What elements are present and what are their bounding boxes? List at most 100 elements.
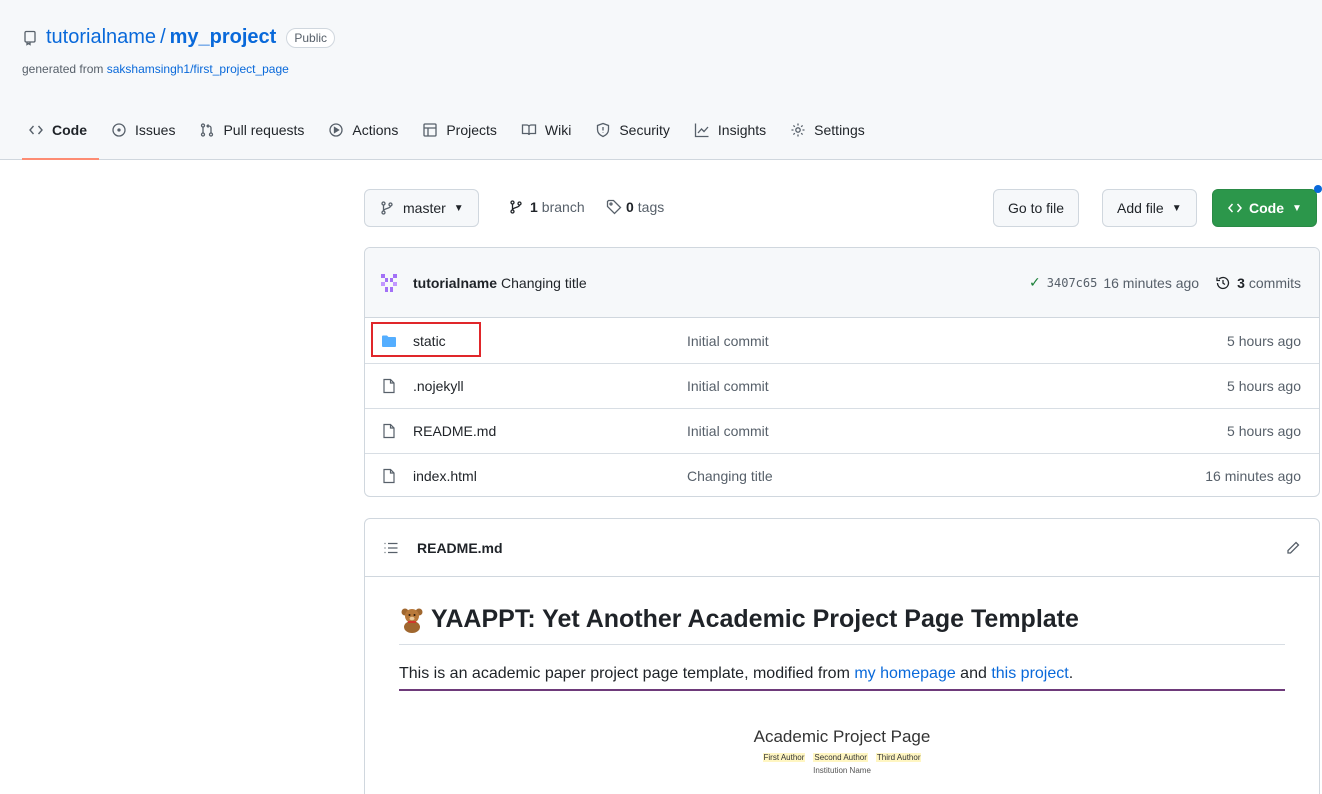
pencil-icon[interactable] <box>1285 540 1301 556</box>
tags-link[interactable]: 0 tags <box>606 199 664 215</box>
tab-security[interactable]: Security <box>583 112 682 148</box>
tab-label: Issues <box>135 122 176 138</box>
file-row-index[interactable]: index.html Changing title 16 minutes ago <box>365 453 1319 496</box>
file-commit-message[interactable]: Initial commit <box>687 378 769 394</box>
file-row-static[interactable]: static Initial commit 5 hours ago <box>365 318 1319 363</box>
file-name[interactable]: index.html <box>413 468 687 484</box>
branch-name: master <box>403 200 446 216</box>
file-age: 16 minutes ago <box>1205 468 1301 484</box>
teddy-bear-icon <box>399 607 425 633</box>
preview-title: Academic Project Page <box>753 727 931 746</box>
tab-actions[interactable]: Actions <box>316 112 410 148</box>
tab-projects[interactable]: Projects <box>410 112 509 148</box>
chevron-down-icon: ▼ <box>1171 202 1182 214</box>
preview-institution: Institution Name <box>813 766 871 775</box>
commit-label: commits <box>1248 274 1301 291</box>
shield-icon <box>595 122 611 138</box>
readme-heading-text: YAAPPT: Yet Another Academic Project Pag… <box>431 605 1079 633</box>
tab-code[interactable]: Code <box>22 112 99 160</box>
file-commit-message[interactable]: Changing title <box>687 468 773 484</box>
file-icon <box>381 378 397 394</box>
file-row-readme[interactable]: README.md Initial commit 5 hours ago <box>365 408 1319 453</box>
tag-count: 0 <box>626 199 634 215</box>
table-icon <box>422 122 438 138</box>
tab-insights[interactable]: Insights <box>682 112 778 148</box>
repo-header: tutorialname / my_project Public generat… <box>0 0 1322 160</box>
tab-wiki[interactable]: Wiki <box>509 112 583 148</box>
go-to-file-button[interactable]: Go to file <box>993 189 1080 227</box>
visibility-badge: Public <box>286 27 336 48</box>
file-age: 5 hours ago <box>1227 378 1301 394</box>
code-icon <box>1227 200 1243 216</box>
tag-icon <box>606 199 622 215</box>
tab-label: Wiki <box>544 122 572 138</box>
tab-settings[interactable]: Settings <box>778 112 877 148</box>
graph-icon <box>694 122 710 138</box>
chevron-down-icon: ▼ <box>1292 202 1302 214</box>
git-branch-icon <box>508 199 524 215</box>
highlight-annotation <box>371 322 481 357</box>
file-age: 5 hours ago <box>1227 423 1301 439</box>
commit-meta: ✓ 3407c65 16 minutes ago 3 commits <box>1029 274 1301 291</box>
git-branch-icon <box>379 200 395 216</box>
code-button-label: Code <box>1249 200 1284 216</box>
homepage-link[interactable]: my homepage <box>854 665 955 682</box>
tab-label: Insights <box>717 122 767 138</box>
commit-sha[interactable]: 3407c65 <box>1047 276 1098 290</box>
and-text: and <box>955 665 992 682</box>
tab-pull-requests[interactable]: Pull requests <box>187 112 316 148</box>
tag-label: tags <box>637 199 665 215</box>
repo-title: tutorialname / my_project Public <box>22 26 336 49</box>
file-commit-message[interactable]: Initial commit <box>687 333 769 349</box>
avatar[interactable] <box>379 273 399 293</box>
preview-author: Third Author <box>875 753 922 762</box>
tab-issues[interactable]: Issues <box>99 112 187 148</box>
end-text: . <box>1068 665 1074 682</box>
branch-label: branch <box>541 199 585 215</box>
readme-heading: YAAPPT: Yet Another Academic Project Pag… <box>399 605 1285 645</box>
file-name[interactable]: .nojekyll <box>413 378 687 394</box>
generated-prefix: generated from <box>22 62 107 76</box>
commit-author[interactable]: tutorialname <box>413 275 497 291</box>
repo-separator: / <box>160 26 166 48</box>
readme-header: README.md <box>365 519 1319 577</box>
readme-intro: This is an academic paper project page t… <box>399 665 1285 691</box>
branch-select-button[interactable]: master ▼ <box>364 189 479 227</box>
commits-history-link[interactable]: 3 commits <box>1215 275 1301 291</box>
file-browser: tutorialname Changing title ✓ 3407c65 16… <box>364 247 1320 497</box>
book-icon <box>521 122 537 138</box>
tab-label: Projects <box>446 122 497 138</box>
commit-message[interactable]: Changing title <box>501 275 587 291</box>
intro-text: This is an academic paper project page t… <box>399 665 855 682</box>
notification-dot <box>1314 185 1322 193</box>
branch-count: 1 <box>530 199 538 215</box>
template-repo-link[interactable]: sakshamsingh1/first_project_page <box>107 62 289 76</box>
code-button[interactable]: Code ▼ <box>1212 189 1317 227</box>
readme-panel: README.md YAAPPT: Yet Another Academic P… <box>364 518 1320 794</box>
code-icon <box>28 122 44 138</box>
file-age: 5 hours ago <box>1227 332 1301 349</box>
branches-link[interactable]: 1 branch <box>508 199 585 215</box>
commit-count: 3 <box>1237 274 1245 291</box>
file-commit-message[interactable]: Initial commit <box>687 423 769 439</box>
repo-owner-link[interactable]: tutorialname <box>46 26 156 49</box>
add-file-button[interactable]: Add file ▼ <box>1102 189 1197 227</box>
latest-commit-bar: tutorialname Changing title ✓ 3407c65 16… <box>365 248 1319 318</box>
commit-age: 16 minutes ago <box>1103 274 1200 291</box>
file-name[interactable]: README.md <box>413 423 687 439</box>
file-icon <box>381 468 397 484</box>
readme-filename[interactable]: README.md <box>417 540 503 556</box>
list-icon[interactable] <box>383 540 399 556</box>
file-row-nojekyll[interactable]: .nojekyll Initial commit 5 hours ago <box>365 363 1319 408</box>
issue-icon <box>111 122 127 138</box>
repo-name-link[interactable]: my_project <box>170 26 277 49</box>
project-link[interactable]: this project <box>991 665 1068 682</box>
go-to-file-label: Go to file <box>1008 200 1065 216</box>
chevron-down-icon: ▼ <box>453 202 464 214</box>
repo-nav: Code Issues Pull requests Actions Projec… <box>22 112 877 160</box>
tab-label: Actions <box>352 122 399 138</box>
file-icon <box>381 423 397 439</box>
check-icon: ✓ <box>1029 274 1041 290</box>
play-icon <box>328 122 344 138</box>
readme-content: YAAPPT: Yet Another Academic Project Pag… <box>365 605 1319 775</box>
